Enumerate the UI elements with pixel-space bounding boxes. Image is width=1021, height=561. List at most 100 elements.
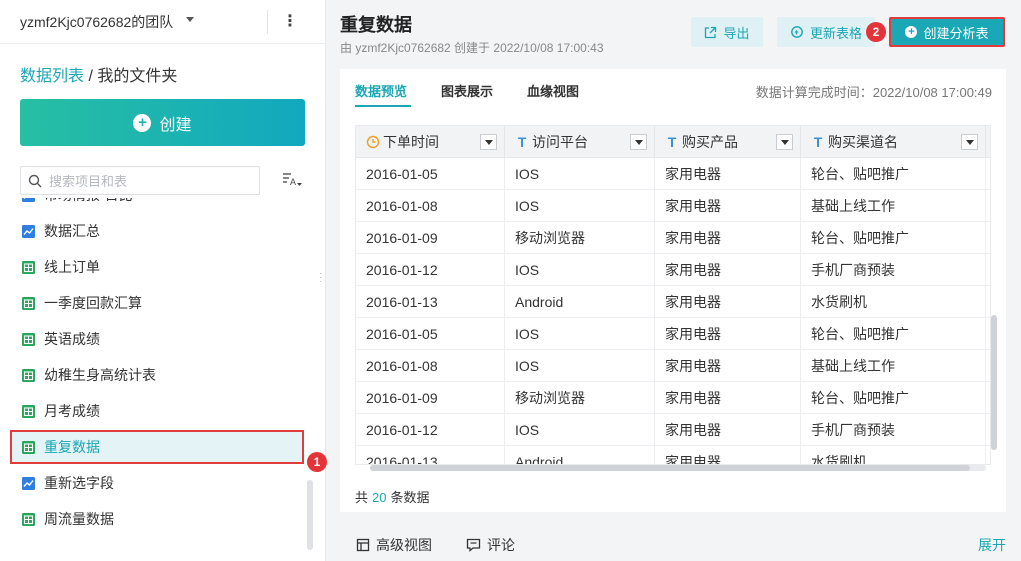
row-total: 共 20 条数据 (355, 487, 430, 506)
chart-icon (22, 198, 35, 202)
export-button-label: 导出 (723, 25, 750, 41)
table-row[interactable]: 2016-01-13 Android 家用电器 水货刷机 (356, 446, 990, 464)
cell-order-time: 2016-01-08 (356, 190, 505, 222)
sidebar-scrollbar[interactable] (307, 480, 313, 550)
breadcrumb: 数据列表 / 我的文件夹 (20, 62, 177, 86)
grid-header: 下单时间 T 访问平台 T 购买产品 T 购买渠道名 (356, 126, 990, 158)
column-label: 购买产品 (682, 134, 738, 150)
more-vertical-icon[interactable]: ⋮ (282, 10, 298, 34)
create-button-label: 创建 (159, 116, 192, 134)
refresh-table-button[interactable]: 更新表格 (777, 17, 875, 47)
table-row[interactable]: 2016-01-09 移动浏览器 家用电器 轮台、贴吧推广 (356, 382, 990, 414)
sidebar-item[interactable]: 英语成绩 (10, 322, 304, 356)
cell-platform: IOS (505, 350, 655, 382)
plus-circle-icon: + (905, 26, 918, 38)
sidebar-item-label: 一季度回款汇算 (44, 295, 142, 311)
column-label: 下单时间 (383, 134, 439, 150)
sidebar-item-label: 英语成绩 (44, 331, 100, 347)
table-row[interactable]: 2016-01-08 IOS 家用电器 基础上线工作 (356, 350, 990, 382)
plus-circle-icon: + (133, 113, 152, 132)
cell-order-time: 2016-01-09 (356, 382, 505, 414)
table-icon (22, 404, 35, 418)
table-icon (22, 296, 35, 310)
cell-channel: 基础上线工作 (801, 350, 986, 382)
vertical-scrollbar[interactable] (991, 315, 997, 450)
tab-lineage-view[interactable]: 血缘视图 (527, 81, 579, 100)
refresh-button-label: 更新表格 (809, 25, 862, 41)
team-switcher[interactable]: yzmf2Kjc0762682的团队 ⋮ (0, 0, 325, 44)
cell-channel: 轮台、贴吧推广 (801, 222, 986, 254)
sidebar-item-label: 市场情报-日比 (44, 198, 133, 205)
search-icon (28, 174, 42, 188)
cell-order-time: 2016-01-12 (356, 254, 505, 286)
tab-chart-display[interactable]: 图表展示 (441, 81, 493, 100)
table-icon (22, 260, 35, 274)
column-header-platform[interactable]: T 访问平台 (505, 126, 655, 158)
sidebar-item[interactable]: 一季度回款汇算 (10, 286, 304, 320)
table-row[interactable]: 2016-01-12 IOS 家用电器 手机厂商预装 (356, 254, 990, 286)
cell-product: 家用电器 (655, 414, 801, 446)
tab-data-preview[interactable]: 数据预览 (355, 81, 407, 100)
sidebar-item[interactable]: 月考成绩 (10, 394, 304, 428)
advanced-view-icon (356, 538, 370, 552)
chevron-down-icon[interactable] (186, 17, 194, 22)
column-header-product[interactable]: T 购买产品 (655, 126, 801, 158)
advanced-view-button[interactable]: 高级视图 (356, 535, 432, 555)
cell-product: 家用电器 (655, 286, 801, 318)
table-icon (22, 368, 35, 382)
table-row[interactable]: 2016-01-12 IOS 家用电器 手机厂商预装 (356, 414, 990, 446)
cell-product: 家用电器 (655, 446, 801, 464)
table-row[interactable]: 2016-01-13 Android 家用电器 水货刷机 (356, 286, 990, 318)
expand-link[interactable]: 展开 (978, 535, 1006, 555)
clock-icon (366, 135, 380, 149)
sidebar-item[interactable]: 重新选字段 (10, 466, 304, 500)
cell-platform: IOS (505, 414, 655, 446)
cell-product: 家用电器 (655, 254, 801, 286)
sort-icon[interactable]: A (281, 170, 303, 190)
column-dropdown-icon[interactable] (480, 134, 497, 150)
table-row[interactable]: 2016-01-05 IOS 家用电器 轮台、贴吧推广 (356, 318, 990, 350)
total-suffix: 条数据 (390, 490, 430, 505)
cell-order-time: 2016-01-09 (356, 222, 505, 254)
cell-order-time: 2016-01-05 (356, 318, 505, 350)
cell-product: 家用电器 (655, 158, 801, 190)
cell-channel: 手机厂商预装 (801, 414, 986, 446)
cell-platform: IOS (505, 158, 655, 190)
comments-label: 评论 (487, 537, 515, 553)
table-row[interactable]: 2016-01-09 移动浏览器 家用电器 轮台、贴吧推广 (356, 222, 990, 254)
column-label: 购买渠道名 (828, 134, 898, 150)
create-button[interactable]: + 创建 (20, 99, 305, 146)
comments-button[interactable]: 评论 (466, 535, 515, 555)
create-analysis-table-button[interactable]: + 创建分析表 (889, 17, 1005, 47)
sidebar-item[interactable]: 重复数据 (10, 430, 304, 464)
cell-product: 家用电器 (655, 382, 801, 414)
breadcrumb-root-link[interactable]: 数据列表 (20, 68, 84, 85)
comment-icon (466, 538, 481, 552)
table-row[interactable]: 2016-01-05 IOS 家用电器 轮台、贴吧推广 (356, 158, 990, 190)
horizontal-scroll-thumb[interactable] (370, 465, 970, 471)
sidebar-item[interactable]: 周流量数据 (10, 502, 304, 536)
bottom-bar: 高级视图 评论 展开 (340, 524, 1021, 561)
column-dropdown-icon[interactable] (630, 134, 647, 150)
sidebar-item[interactable]: 线上订单 (10, 250, 304, 284)
search-box[interactable] (20, 166, 260, 195)
resize-handle[interactable]: · · · (319, 269, 322, 287)
step-badge-1: 1 (307, 452, 327, 472)
search-input[interactable] (49, 171, 249, 191)
table-icon (22, 512, 35, 526)
column-dropdown-icon[interactable] (776, 134, 793, 150)
page-title: 重复数据 (340, 15, 412, 35)
table-row[interactable]: 2016-01-08 IOS 家用电器 基础上线工作 (356, 190, 990, 222)
horizontal-scrollbar[interactable] (370, 465, 986, 471)
divider (267, 10, 268, 34)
column-header-channel[interactable]: T 购买渠道名 (801, 126, 986, 158)
column-header-order-time[interactable]: 下单时间 (356, 126, 505, 158)
cell-order-time: 2016-01-05 (356, 158, 505, 190)
sidebar-item[interactable]: 数据汇总 (10, 214, 304, 248)
active-tab-indicator (355, 105, 411, 107)
export-button[interactable]: 导出 (691, 17, 763, 47)
column-dropdown-icon[interactable] (961, 134, 978, 150)
sidebar-item[interactable]: 幼稚生身高统计表 (10, 358, 304, 392)
column-label: 访问平台 (532, 134, 588, 150)
sidebar-item[interactable]: 市场情报-日比 (10, 198, 304, 212)
